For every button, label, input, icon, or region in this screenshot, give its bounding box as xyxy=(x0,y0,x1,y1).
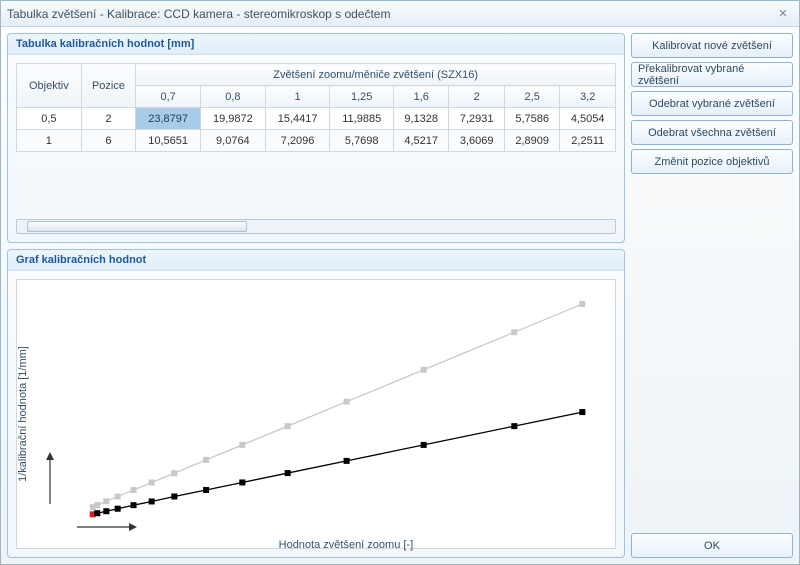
cell-value[interactable]: 4,5054 xyxy=(560,108,616,130)
zoom-col[interactable]: 1,6 xyxy=(393,86,448,108)
cell-value[interactable]: 7,2096 xyxy=(265,130,330,152)
col-objektiv[interactable]: Objektiv xyxy=(17,64,82,108)
cell-objektiv[interactable]: 0,5 xyxy=(17,108,82,130)
horizontal-scrollbar[interactable] xyxy=(16,219,616,234)
calibration-window: Tabulka zvětšení - Kalibrace: CCD kamera… xyxy=(0,0,800,565)
table-row[interactable]: 0,5223,879719,987215,441711,98859,13287,… xyxy=(17,108,616,130)
remove-selected-button[interactable]: Odebrat vybrané zvětšení xyxy=(631,91,793,116)
recalibrate-selected-button[interactable]: Překalibrovat vybrané zvětšení xyxy=(631,62,793,87)
cell-value[interactable]: 5,7698 xyxy=(330,130,394,152)
cell-objektiv[interactable]: 1 xyxy=(17,130,82,152)
y-axis-arrow-icon xyxy=(45,452,55,504)
cell-value[interactable]: 23,8797 xyxy=(136,108,201,130)
x-axis-arrow-icon xyxy=(77,522,137,532)
scrollbar-thumb[interactable] xyxy=(27,221,247,232)
titlebar: Tabulka zvětšení - Kalibrace: CCD kamera… xyxy=(1,1,799,27)
cell-value[interactable]: 9,1328 xyxy=(393,108,448,130)
button-panel: Kalibrovat nové zvětšení Překalibrovat v… xyxy=(631,33,793,558)
cell-value[interactable]: 3,6069 xyxy=(449,130,504,152)
cell-value[interactable]: 19,9872 xyxy=(201,108,266,130)
cell-value[interactable]: 10,5651 xyxy=(136,130,201,152)
calibrate-new-button[interactable]: Kalibrovat nové zvětšení xyxy=(631,33,793,58)
chart-group-title: Graf kalibračních hodnot xyxy=(8,250,624,271)
cell-pozice[interactable]: 6 xyxy=(81,130,136,152)
zoom-col[interactable]: 2,5 xyxy=(504,86,559,108)
change-positions-button[interactable]: Změnit pozice objektivů xyxy=(631,149,793,174)
cell-value[interactable]: 2,2511 xyxy=(560,130,616,152)
cell-value[interactable]: 7,2931 xyxy=(449,108,504,130)
cell-value[interactable]: 4,5217 xyxy=(393,130,448,152)
remove-all-button[interactable]: Odebrat všechna zvětšení xyxy=(631,120,793,145)
table-group: Tabulka kalibračních hodnot [mm] Objekti… xyxy=(7,33,625,243)
zoom-col[interactable]: 0,7 xyxy=(136,86,201,108)
cell-value[interactable]: 2,8909 xyxy=(504,130,559,152)
zoom-header: Zvětšení zoomu/měniče zvětšení (SZX16) xyxy=(136,64,616,86)
zoom-col[interactable]: 1 xyxy=(265,86,330,108)
ok-button[interactable]: OK xyxy=(631,533,793,558)
table-group-title: Tabulka kalibračních hodnot [mm] xyxy=(8,34,624,55)
calibration-table[interactable]: ObjektivPoziceZvětšení zoomu/měniče zvět… xyxy=(16,63,616,213)
calibration-chart: 1/kalibrační hodnota [1/mm] Hodnota zvět… xyxy=(16,279,616,549)
cell-value[interactable]: 15,4417 xyxy=(265,108,330,130)
zoom-col[interactable]: 3,2 xyxy=(560,86,616,108)
col-pozice[interactable]: Pozice xyxy=(81,64,136,108)
cell-pozice[interactable]: 2 xyxy=(81,108,136,130)
cell-value[interactable]: 9,0764 xyxy=(201,130,266,152)
zoom-col[interactable]: 0,8 xyxy=(201,86,266,108)
chart-xlabel: Hodnota zvětšení zoomu [-] xyxy=(279,539,414,551)
chart-ylabel: 1/kalibrační hodnota [1/mm] xyxy=(17,346,29,482)
chart-group: Graf kalibračních hodnot 1/kalibrační ho… xyxy=(7,249,625,558)
zoom-col[interactable]: 1,25 xyxy=(330,86,394,108)
zoom-col[interactable]: 2 xyxy=(449,86,504,108)
cell-value[interactable]: 11,9885 xyxy=(330,108,394,130)
table-row[interactable]: 1610,56519,07647,20965,76984,52173,60692… xyxy=(17,130,616,152)
window-title: Tabulka zvětšení - Kalibrace: CCD kamera… xyxy=(7,7,773,21)
close-icon[interactable]: ✕ xyxy=(773,6,793,22)
cell-value[interactable]: 5,7586 xyxy=(504,108,559,130)
